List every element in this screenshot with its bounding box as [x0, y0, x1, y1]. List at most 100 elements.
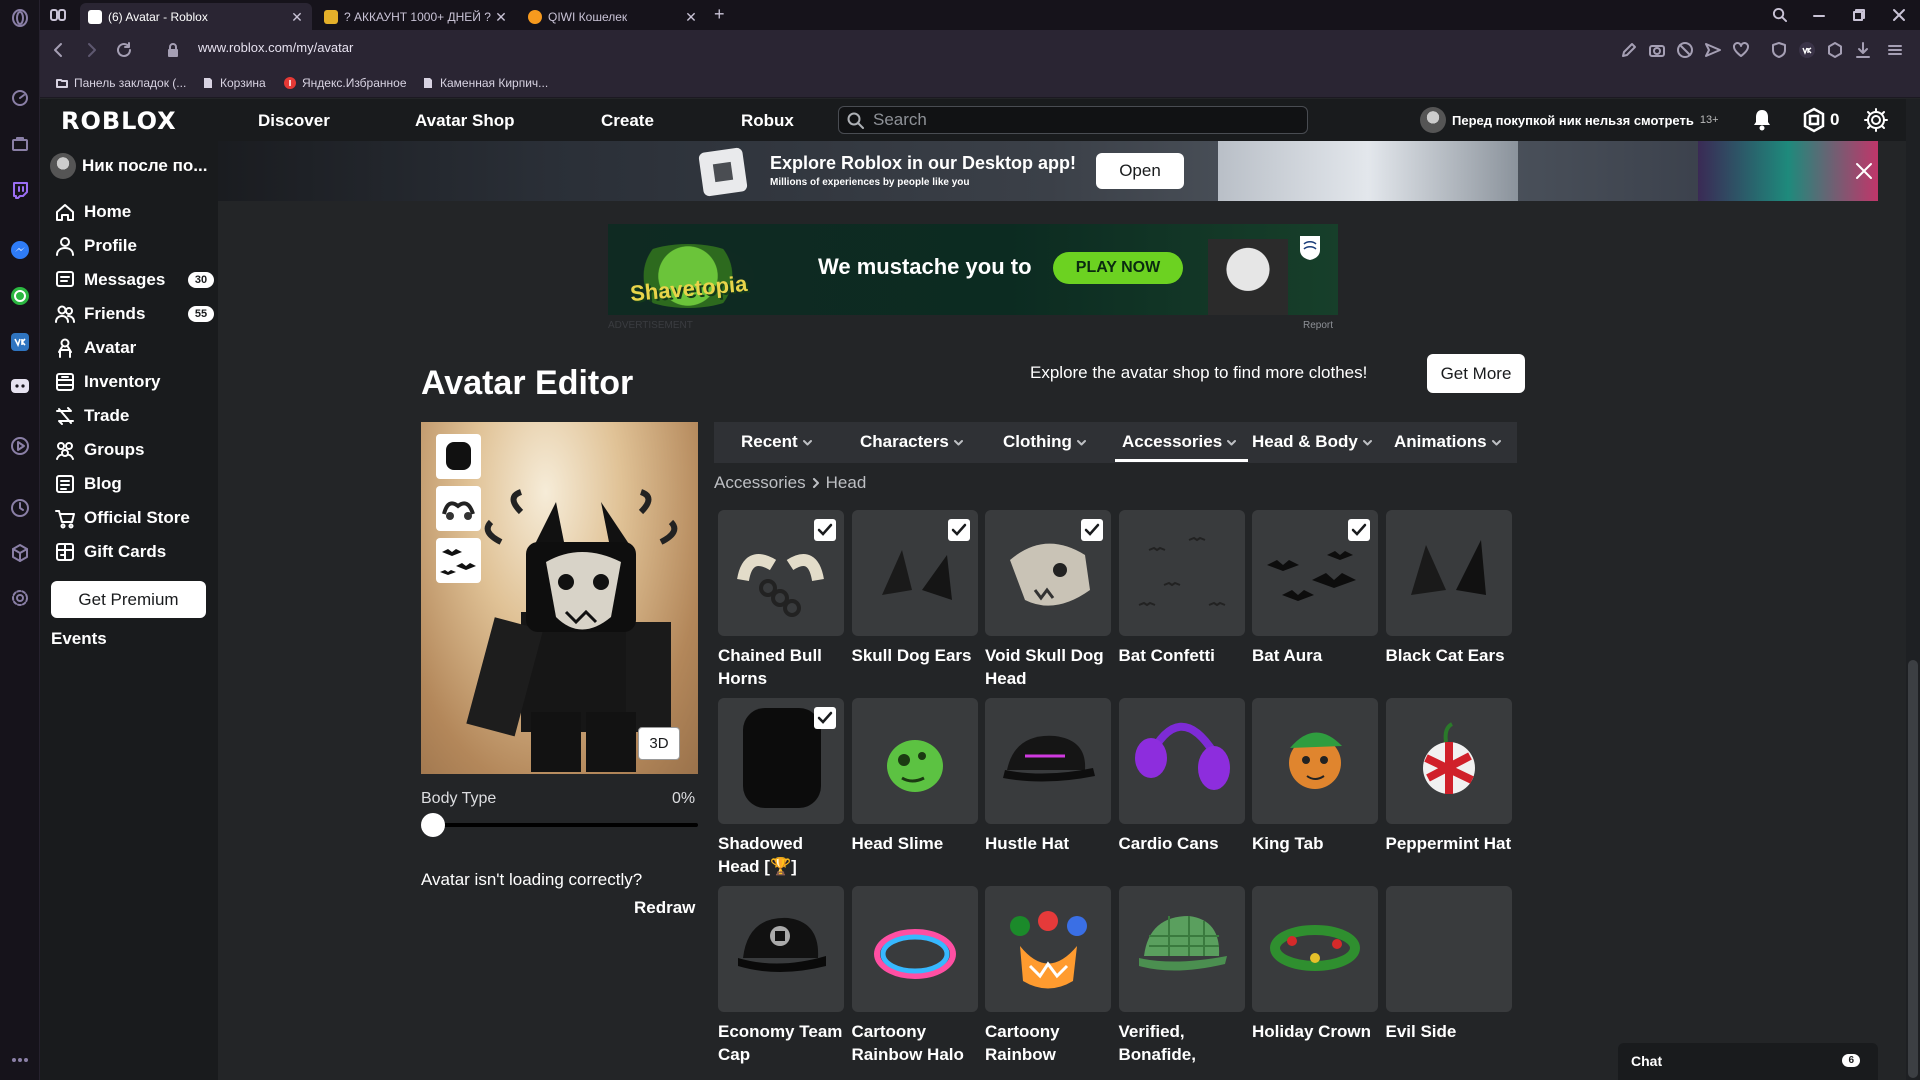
breadcrumb-parent[interactable]: Accessories	[714, 473, 806, 493]
nav-item-profile[interactable]: Profile	[54, 235, 214, 257]
whatsapp-icon[interactable]	[10, 286, 30, 306]
item-card-black-cat-ears[interactable]: Black Cat Ears	[1385, 510, 1512, 667]
report-ad-link[interactable]: Report	[1303, 320, 1333, 331]
browser-tab-qiwi[interactable]: QIWI Кошелек ✕	[520, 3, 706, 30]
chat-bar[interactable]: Chat 6	[1618, 1043, 1878, 1080]
body-type-slider-knob[interactable]	[421, 813, 445, 837]
item-card-skull-dog-ears[interactable]: Skull Dog Ears	[851, 510, 978, 667]
back-arrow-icon[interactable]	[50, 41, 68, 59]
nav-item-groups[interactable]: Groups	[54, 439, 214, 461]
send-icon[interactable]	[1704, 41, 1722, 59]
robux-icon[interactable]	[1801, 107, 1827, 133]
get-premium-button[interactable]: Get Premium	[51, 581, 206, 618]
nav-item-trade[interactable]: Trade	[54, 405, 214, 427]
advertisement-banner[interactable]: Shavetopia We mustache you to PLAY NOW	[608, 224, 1338, 315]
item-card-chained-bull-horns[interactable]: Chained Bull Horns	[718, 510, 844, 690]
item-card-void-skull-dog-head[interactable]: Void Skull Dog Head	[985, 510, 1111, 690]
toggle-3d-button[interactable]: 3D	[638, 727, 680, 760]
close-tab-icon[interactable]: ✕	[684, 10, 698, 24]
item-thumbnail[interactable]	[718, 886, 844, 1012]
opera-logo-icon[interactable]	[10, 8, 30, 28]
tab-recent[interactable]: Recent	[741, 432, 812, 452]
avatar-preview[interactable]: 3D	[421, 422, 698, 774]
player-icon[interactable]	[10, 436, 30, 456]
item-card-bat-aura[interactable]: Bat Aura	[1252, 510, 1378, 667]
item-card-head-slime[interactable]: Head Slime	[851, 698, 978, 855]
item-thumbnail[interactable]	[985, 886, 1111, 1012]
notifications-bell-icon[interactable]	[1749, 107, 1775, 133]
twitch-icon[interactable]	[10, 180, 30, 200]
nav-item-gift-cards[interactable]: Gift Cards	[54, 541, 214, 563]
item-name[interactable]: Bat Confetti	[1119, 644, 1245, 667]
forward-arrow-icon[interactable]	[82, 41, 100, 59]
user-menu[interactable]: Перед покупкой ник нельзя смотреть 13+	[1420, 107, 1719, 133]
item-card-verified-bonafide[interactable]: Verified, Bonafide,	[1118, 886, 1245, 1066]
item-name[interactable]: Void Skull Dog Head	[985, 644, 1111, 690]
events-heading[interactable]: Events	[51, 629, 107, 649]
robux-balance[interactable]: 0	[1830, 110, 1839, 130]
item-thumbnail[interactable]	[718, 698, 844, 824]
equipped-checkmark[interactable]	[814, 707, 836, 729]
nav-item-messages[interactable]: Messages 30	[54, 269, 214, 291]
tab-animations[interactable]: Animations	[1394, 432, 1501, 452]
new-tab-plus-icon[interactable]: +	[714, 4, 725, 25]
minimize-window-icon[interactable]	[1812, 8, 1826, 22]
item-name[interactable]: Black Cat Ears	[1386, 644, 1512, 667]
settings-gear-icon[interactable]	[10, 588, 30, 608]
tab-accessories[interactable]: Accessories	[1122, 432, 1237, 452]
tab-characters[interactable]: Characters	[860, 432, 963, 452]
item-name[interactable]: Cartoony Rainbow Halo	[852, 1020, 978, 1066]
item-name[interactable]: Holiday Crown	[1252, 1020, 1378, 1043]
restore-window-icon[interactable]	[1852, 8, 1866, 22]
get-more-button[interactable]: Get More	[1427, 354, 1525, 393]
speed-dial-icon[interactable]	[10, 88, 30, 108]
address-url[interactable]: www.roblox.com/my/avatar	[198, 40, 353, 55]
item-thumbnail[interactable]	[1118, 510, 1245, 636]
item-card-cartoony-rainbow[interactable]: Cartoony Rainbow	[985, 886, 1111, 1066]
browser-tab-account[interactable]: ? АККАУНТ 1000+ ДНЕЙ ? ✕	[316, 3, 516, 30]
item-card-shadowed-head[interactable]: Shadowed Head [🏆]	[718, 698, 844, 878]
item-thumbnail[interactable]	[1118, 698, 1245, 824]
item-card-hustle-hat[interactable]: Hustle Hat	[985, 698, 1111, 855]
nav-item-inventory[interactable]: Inventory	[54, 371, 214, 393]
item-card-bat-confetti[interactable]: Bat Confetti	[1118, 510, 1245, 667]
tab-islands-icon[interactable]	[50, 8, 66, 22]
item-thumbnail[interactable]	[1385, 510, 1512, 636]
item-name[interactable]: Skull Dog Ears	[852, 644, 978, 667]
download-icon[interactable]	[1854, 41, 1872, 59]
search-input[interactable]	[873, 110, 1293, 130]
equipped-checkmark[interactable]	[1081, 519, 1103, 541]
item-thumbnail[interactable]	[851, 510, 978, 636]
discord-icon[interactable]	[10, 376, 30, 396]
easy-setup-icon[interactable]	[1886, 41, 1904, 59]
nav-user-profile[interactable]: Ник после по...	[50, 153, 207, 179]
extensions-cube-icon[interactable]	[10, 543, 30, 563]
nav-avatar-shop[interactable]: Avatar Shop	[415, 111, 515, 131]
item-name[interactable]: Cardio Cans	[1119, 832, 1245, 855]
item-card-economy-team-cap[interactable]: Economy Team Cap	[718, 886, 844, 1066]
item-thumbnail[interactable]	[985, 510, 1111, 636]
item-name[interactable]: Peppermint Hat	[1386, 832, 1512, 855]
vk-icon[interactable]	[10, 332, 30, 352]
tab-search-icon[interactable]	[1772, 7, 1787, 22]
nav-item-avatar[interactable]: Avatar	[54, 337, 214, 359]
nav-item-home[interactable]: Home	[54, 201, 214, 223]
messenger-icon[interactable]	[10, 240, 30, 260]
item-thumbnail[interactable]	[1252, 510, 1378, 636]
extension-cube-icon[interactable]	[1826, 41, 1844, 59]
redraw-link[interactable]: Redraw	[634, 898, 695, 918]
item-card-cardio-cans[interactable]: Cardio Cans	[1118, 698, 1245, 855]
vpn-shield-icon[interactable]	[1770, 41, 1788, 59]
equipped-checkmark[interactable]	[814, 519, 836, 541]
bookmark-yandex[interactable]: Яндекс.Избранное	[284, 76, 407, 90]
equipped-thumb-horns[interactable]	[436, 486, 481, 531]
equipped-checkmark[interactable]	[1348, 519, 1370, 541]
bookmark-brick[interactable]: Каменная Кирпич...	[422, 76, 548, 90]
item-thumbnail[interactable]	[1385, 886, 1512, 1012]
heart-icon[interactable]	[1732, 41, 1750, 59]
item-name[interactable]: Economy Team Cap	[718, 1020, 844, 1066]
item-name[interactable]: Verified, Bonafide,	[1119, 1020, 1245, 1066]
briefcase-icon[interactable]	[10, 134, 30, 154]
item-thumbnail[interactable]	[1385, 698, 1512, 824]
body-type-slider[interactable]	[421, 823, 698, 827]
